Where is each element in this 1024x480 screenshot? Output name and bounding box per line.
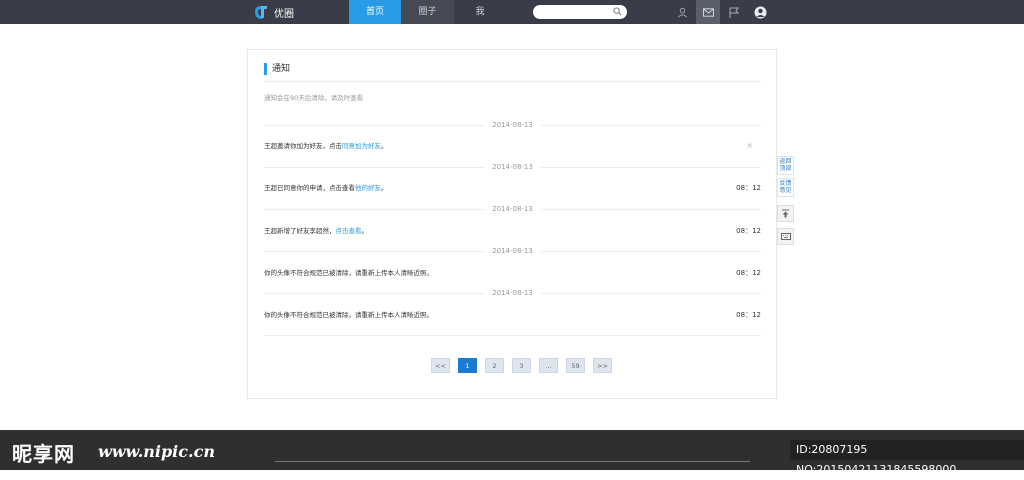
date-label: 2014-08-13 — [484, 163, 541, 171]
date-separator: 2014-08-13 — [264, 162, 761, 172]
mail-icon[interactable] — [696, 0, 720, 24]
flag-icon[interactable] — [722, 0, 746, 24]
timestamp: 08：12 — [736, 311, 761, 319]
message-text: 王超新增了好友李超然， — [264, 227, 336, 235]
site-logo[interactable]: 优圈 — [252, 3, 294, 21]
avatar-icon[interactable] — [748, 0, 772, 24]
notification-item: 你的头像不符合规范已被清除，请重新上传本人清晰近照。 08：12 — [264, 267, 761, 279]
date-label: 2014-08-13 — [484, 289, 541, 297]
watermark-logo: 昵享网 — [12, 442, 75, 466]
next-page-button[interactable]: >> — [593, 358, 612, 373]
watermark-id: ID:20807195 NO:20150421131845598000 — [790, 440, 1024, 476]
user-icon[interactable] — [670, 0, 694, 24]
message-suffix: 。 — [361, 227, 369, 235]
logo-text: 优圈 — [274, 8, 294, 20]
watermark-footer: 昵享网 www.nipic.cn ID:20807195 NO:20150421… — [0, 430, 1024, 476]
retention-tip: 通知会在90天后清除，请及时查看 — [264, 94, 364, 102]
date-separator: 2014-08-13 — [264, 120, 761, 130]
message-text: 王超已同意你的申请，点击查看 — [264, 184, 355, 192]
view-link[interactable]: 点击查看 — [336, 227, 362, 235]
date-label: 2014-08-13 — [484, 121, 541, 129]
message-text: 你的头像不符合规范已被清除，请重新上传本人清晰近照。 — [264, 311, 433, 319]
scroll-top-icon[interactable] — [777, 205, 794, 222]
message-text: 你的头像不符合规范已被清除，请重新上传本人清晰近照。 — [264, 269, 433, 277]
nav-me[interactable]: 我 — [454, 0, 506, 24]
top-navigation-bar: 优圈 首页 圈子 我 — [0, 0, 1024, 24]
notification-item: 王超已同意你的申请，点击查看他的好友。 08：12 — [264, 182, 761, 194]
date-separator: 2014-08-13 — [264, 204, 761, 214]
pagination: << 1 2 3 ... 59 >> — [431, 358, 612, 373]
timestamp: 08：12 — [736, 269, 761, 277]
message-text: 王超邀请你加为好友，点击 — [264, 142, 342, 150]
feedback-button[interactable]: 反馈意见 — [777, 178, 794, 197]
notifications-panel: 通知 通知会在90天后清除，请及时查看 2014-08-13 王超邀请你加为好友… — [247, 49, 777, 399]
date-separator: 2014-08-13 — [264, 246, 761, 256]
page-button-59[interactable]: 59 — [566, 358, 585, 373]
prev-page-button[interactable]: << — [431, 358, 450, 373]
footer-divider — [275, 461, 750, 462]
date-label: 2014-08-13 — [484, 205, 541, 213]
notification-item: 你的头像不符合规范已被清除，请重新上传本人清晰近照。 08：12 — [264, 309, 761, 321]
search-input[interactable] — [533, 5, 627, 19]
nav-home[interactable]: 首页 — [349, 0, 401, 24]
main-nav: 首页 圈子 我 — [349, 0, 506, 24]
nav-circles[interactable]: 圈子 — [401, 0, 454, 24]
page-ellipsis: ... — [539, 358, 558, 373]
page-button-3[interactable]: 3 — [512, 358, 531, 373]
logo-icon — [255, 6, 267, 19]
keyboard-icon[interactable] — [777, 228, 794, 245]
divider — [264, 335, 761, 336]
divider — [264, 81, 761, 82]
notification-item: 王超邀请你加为好友，点击同意加为好友。 × — [264, 140, 761, 152]
date-label: 2014-08-13 — [484, 247, 541, 255]
date-separator: 2014-08-13 — [264, 288, 761, 298]
notification-item: 王超新增了好友李超然，点击查看。 08：12 — [264, 225, 761, 237]
back-to-top-button[interactable]: 返回顶部 — [777, 156, 794, 175]
page-title: 通知 — [264, 63, 290, 75]
page-button-1[interactable]: 1 — [458, 358, 477, 373]
close-icon[interactable]: × — [746, 140, 753, 152]
message-suffix: 。 — [381, 184, 388, 192]
timestamp: 08：12 — [736, 184, 761, 192]
watermark-url: www.nipic.cn — [98, 442, 215, 461]
search-icon[interactable] — [613, 7, 622, 16]
message-suffix: 。 — [381, 142, 388, 150]
accept-friend-link[interactable]: 同意加为好友 — [342, 142, 381, 150]
timestamp: 08：12 — [736, 227, 761, 235]
page-button-2[interactable]: 2 — [485, 358, 504, 373]
view-friend-link[interactable]: 他的好友 — [355, 184, 381, 192]
